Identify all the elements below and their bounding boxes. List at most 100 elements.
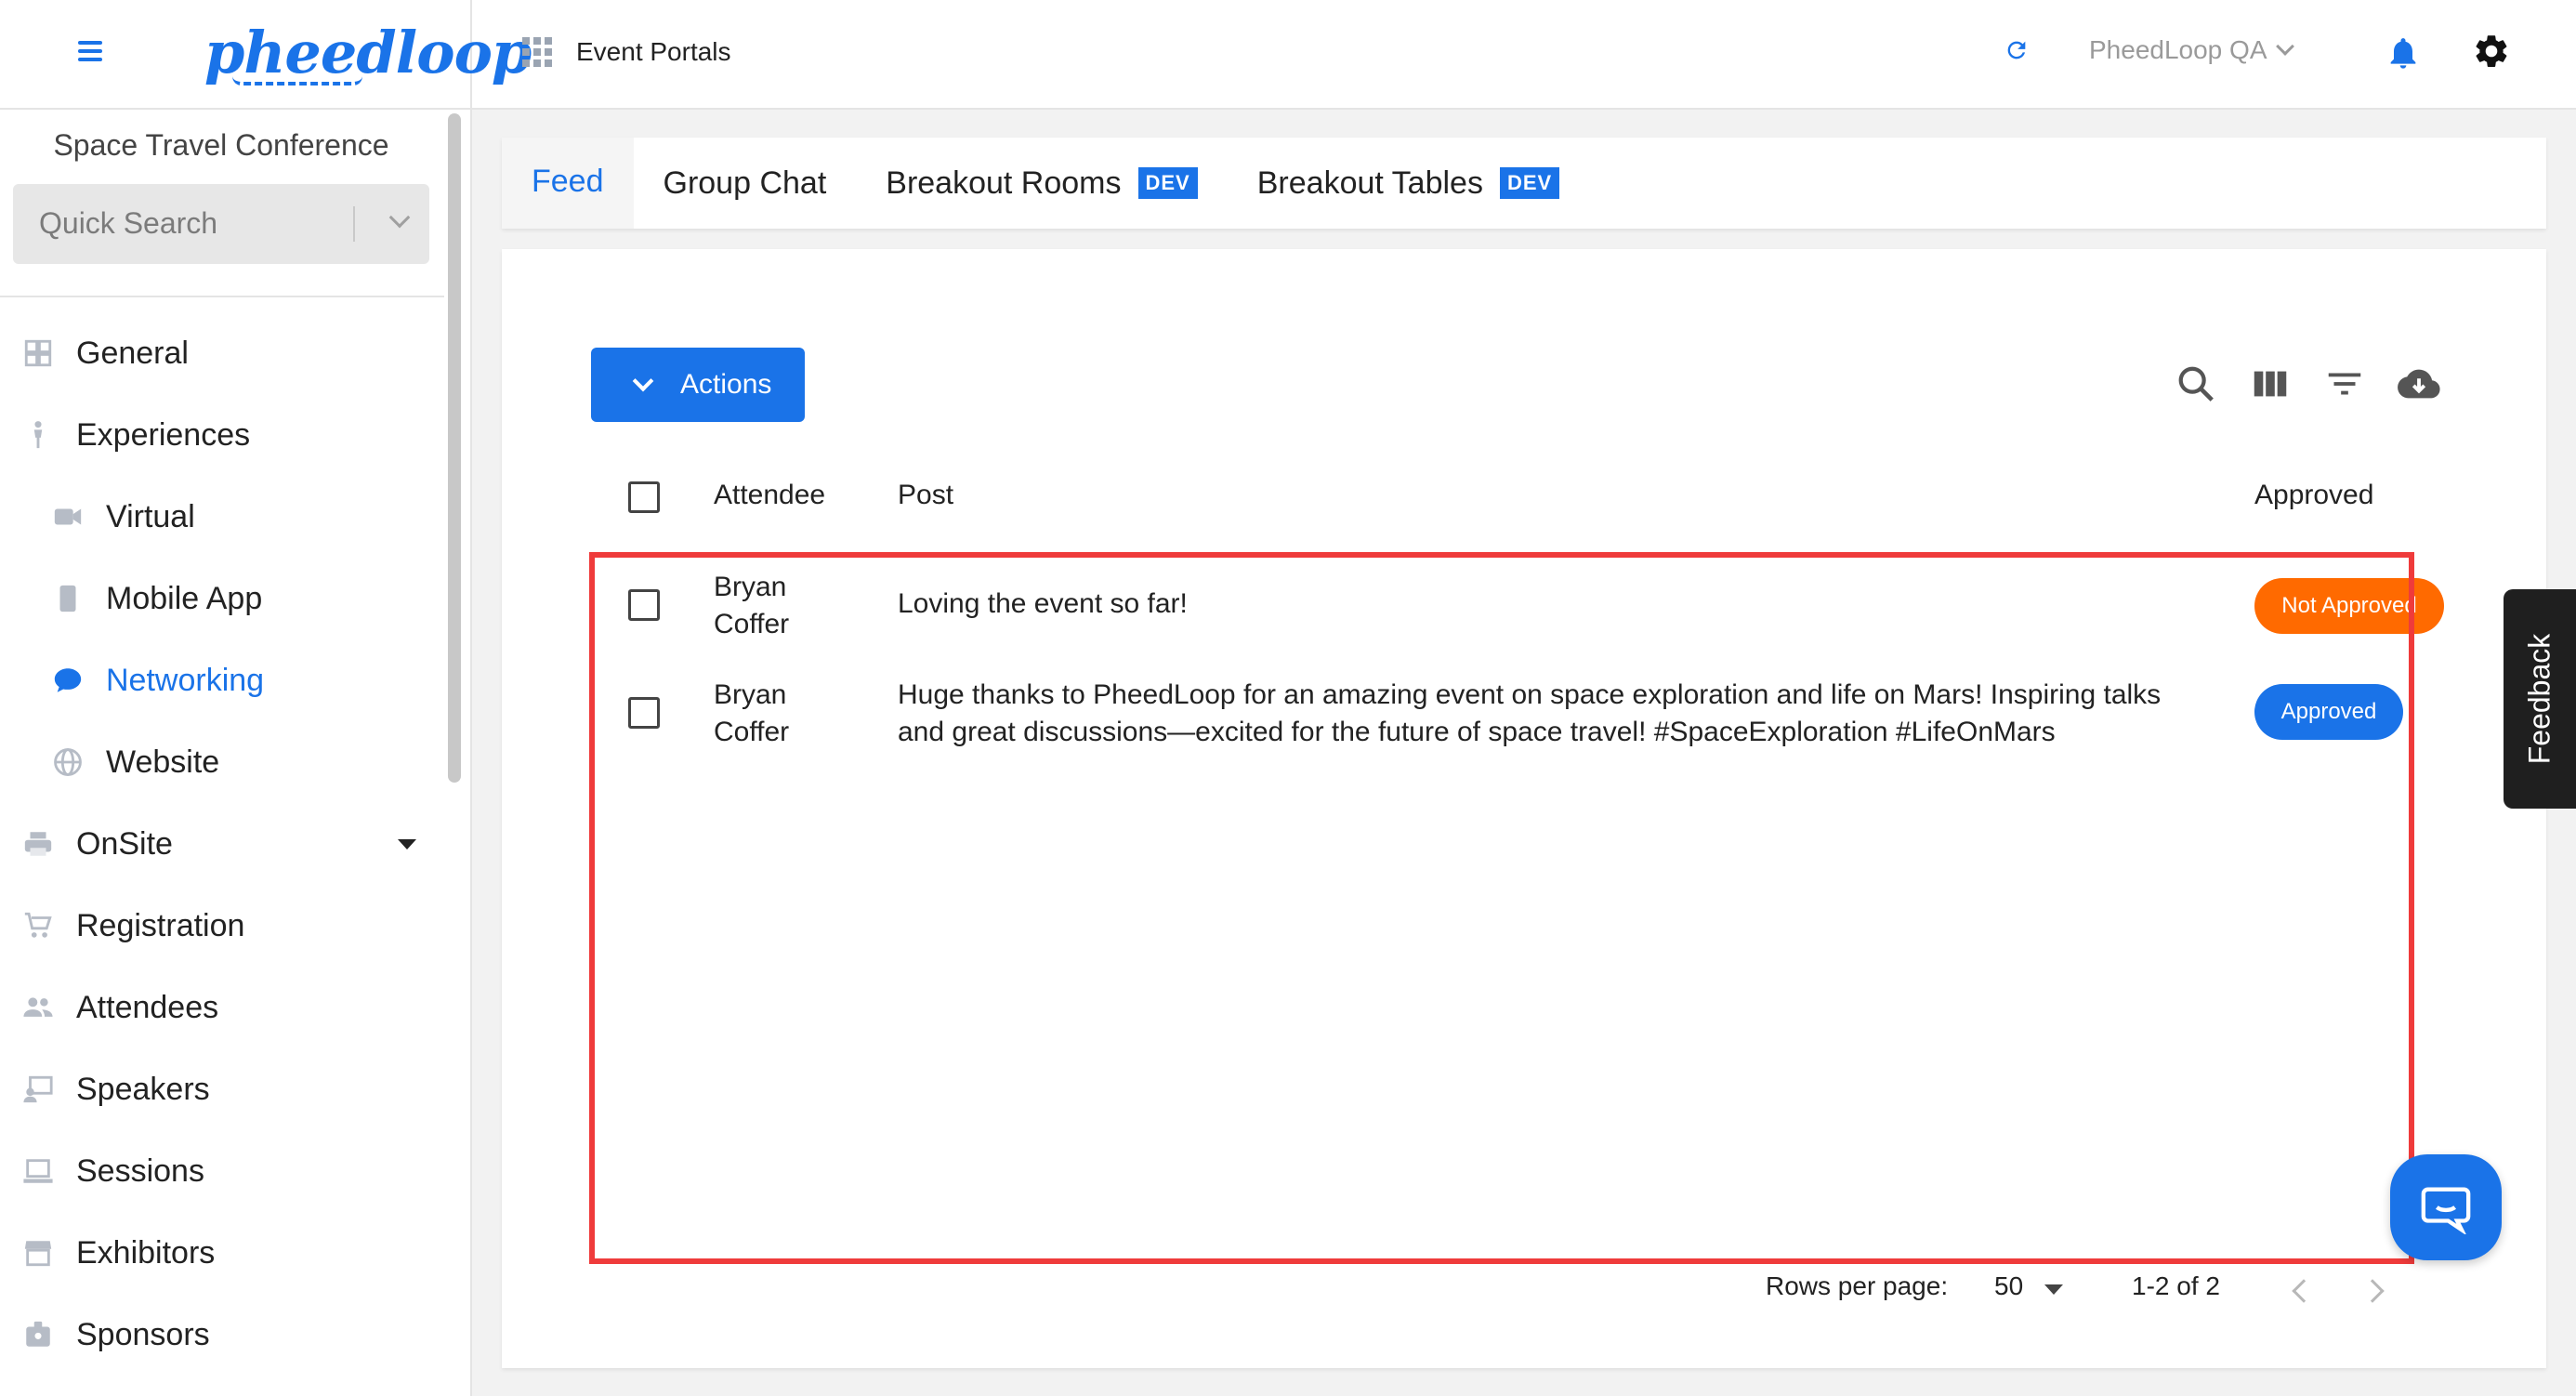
sidebar-item-speakers[interactable]: Speakers — [0, 1048, 442, 1130]
rows-per-page-select[interactable]: 50 — [1994, 1271, 2023, 1301]
grid-icon — [24, 339, 52, 367]
tab-breakout-rooms[interactable]: Breakout Rooms DEV — [856, 138, 1227, 229]
feedback-tab[interactable]: Feedback — [2504, 589, 2576, 809]
row-checkbox[interactable] — [628, 697, 660, 729]
tab-label: Group Chat — [663, 165, 827, 201]
actions-button[interactable]: Actions — [591, 348, 805, 422]
sidebar-item-mobile-app[interactable]: Mobile App — [0, 558, 442, 639]
select-all-checkbox[interactable] — [628, 481, 660, 513]
tab-breakout-tables[interactable]: Breakout Tables DEV — [1228, 138, 1589, 229]
event-name: Space Travel Conference — [53, 128, 389, 162]
sidebar-item-label: Networking — [106, 662, 265, 698]
chat-icon — [2421, 1187, 2471, 1234]
settings-gear-icon[interactable] — [2472, 32, 2511, 71]
chat-widget-button[interactable] — [2390, 1154, 2502, 1260]
menu-icon[interactable] — [78, 41, 102, 61]
attendee-last-name: Coffer — [714, 717, 790, 747]
feed-table-card: Actions Attendee Post Approved Bryan Cof… — [502, 249, 2546, 1368]
chevron-down-icon — [632, 370, 654, 392]
organization-dropdown[interactable]: PheedLoop QA — [2089, 35, 2294, 65]
row-checkbox[interactable] — [628, 589, 660, 621]
tab-label: Breakout Tables — [1256, 165, 1483, 201]
status-badge-approved[interactable]: Approved — [2254, 684, 2403, 740]
divider — [0, 296, 444, 297]
apps-grid-icon — [522, 37, 552, 67]
chevron-down-icon[interactable] — [388, 206, 411, 229]
column-header-attendee[interactable]: Attendee — [714, 480, 825, 511]
tab-group-chat[interactable]: Group Chat — [634, 138, 857, 229]
column-header-post[interactable]: Post — [898, 480, 953, 511]
sidebar-item-label: Sponsors — [76, 1316, 210, 1352]
tab-label: Feed — [532, 163, 604, 199]
sidebar-item-sessions[interactable]: Sessions — [0, 1130, 442, 1212]
attendee-last-name: Coffer — [714, 609, 790, 639]
post-line: Loving the event so far! — [898, 588, 1188, 619]
event-portals-label: Event Portals — [576, 37, 731, 66]
event-portals-switcher[interactable]: Event Portals — [522, 37, 731, 67]
storefront-icon — [24, 1241, 52, 1267]
refresh-icon[interactable] — [2004, 37, 2030, 63]
rows-per-page-label: Rows per page: — [1766, 1271, 1949, 1300]
sidebar-item-exhibitors[interactable]: Exhibitors — [0, 1212, 442, 1294]
sidebar-item-sponsors[interactable]: Sponsors — [0, 1294, 442, 1376]
people-icon — [23, 997, 53, 1017]
sidebar-nav: General Experiences Virtual Mobile App N… — [0, 312, 442, 1376]
dev-badge: DEV — [1137, 167, 1198, 199]
sidebar: Space Travel Conference Quick Search Gen… — [0, 110, 472, 1396]
sidebar-item-registration[interactable]: Registration — [0, 885, 442, 967]
sidebar-item-label: OnSite — [76, 825, 173, 862]
status-badge-not-approved[interactable]: Not Approved — [2254, 578, 2444, 634]
highlight-box — [589, 552, 2414, 1264]
logo-area: pheedloop — [0, 0, 532, 110]
logo-swoosh — [232, 76, 362, 86]
dev-badge: DEV — [1499, 167, 1560, 199]
attendee-name: Bryan Coffer — [714, 569, 789, 643]
chevron-left-icon[interactable] — [2292, 1279, 2316, 1303]
presenter-icon — [23, 1075, 53, 1103]
quick-search-placeholder: Quick Search — [39, 206, 218, 240]
sidebar-item-experiences[interactable]: Experiences — [0, 394, 442, 476]
sidebar-item-label: Mobile App — [106, 580, 263, 616]
video-camera-icon — [54, 508, 82, 525]
badge-icon — [26, 1321, 50, 1347]
filter-icon[interactable] — [2323, 362, 2366, 405]
attendee-name: Bryan Coffer — [714, 677, 789, 751]
cloud-download-icon[interactable] — [2398, 362, 2440, 405]
quick-search-select[interactable]: Quick Search — [13, 184, 429, 264]
notifications-bell-icon[interactable] — [2385, 33, 2422, 72]
sidebar-item-website[interactable]: Website — [0, 721, 442, 803]
search-icon[interactable] — [2175, 362, 2217, 405]
printer-icon — [24, 832, 52, 856]
tab-label: Breakout Rooms — [886, 165, 1122, 201]
phone-icon — [59, 585, 76, 612]
cart-icon — [24, 912, 52, 938]
chevron-down-icon — [2275, 37, 2294, 56]
top-header: pheedloop Event Portals PheedLoop QA — [0, 0, 2576, 110]
attendee-first-name: Bryan — [714, 572, 787, 602]
chevron-right-icon[interactable] — [2360, 1279, 2385, 1303]
tab-feed[interactable]: Feed — [502, 138, 634, 229]
sidebar-item-label: Sessions — [76, 1152, 204, 1189]
post-text: Loving the event so far! — [898, 586, 2217, 623]
person-icon — [33, 421, 43, 449]
sidebar-item-networking[interactable]: Networking — [0, 639, 442, 721]
sidebar-item-label: Virtual — [106, 498, 195, 534]
sidebar-item-virtual[interactable]: Virtual — [0, 476, 442, 558]
sidebar-item-label: General — [76, 335, 189, 371]
sidebar-item-onsite[interactable]: OnSite — [0, 803, 442, 885]
divider — [353, 206, 355, 242]
columns-icon[interactable] — [2249, 362, 2292, 405]
sidebar-item-label: Attendees — [76, 989, 219, 1025]
sidebar-item-general[interactable]: General — [0, 312, 442, 394]
attendee-first-name: Bryan — [714, 679, 787, 710]
sidebar-item-label: Registration — [76, 907, 245, 943]
feedback-label: Feedback — [2522, 633, 2556, 765]
sidebar-item-label: Website — [106, 744, 220, 780]
sidebar-item-attendees[interactable]: Attendees — [0, 967, 442, 1048]
organization-name: PheedLoop QA — [2089, 35, 2267, 64]
tabs-bar: Feed Group Chat Breakout Rooms DEV Break… — [502, 138, 2546, 229]
caret-down-icon[interactable] — [2044, 1284, 2063, 1295]
column-header-approved[interactable]: Approved — [2254, 480, 2373, 511]
caret-down-icon[interactable] — [398, 838, 416, 849]
sidebar-scrollbar[interactable] — [448, 113, 461, 783]
